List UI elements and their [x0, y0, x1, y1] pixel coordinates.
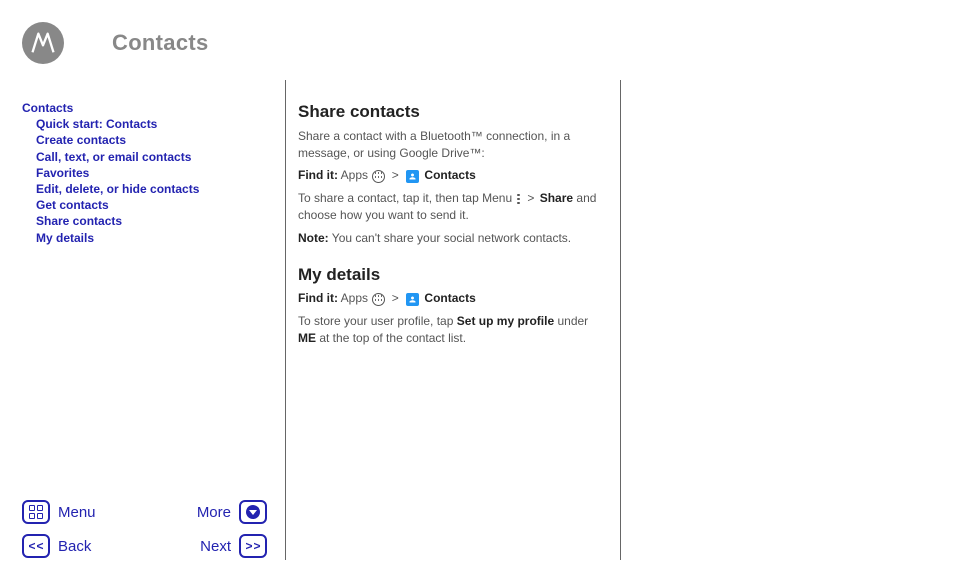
- findit-contacts: Contacts: [424, 168, 475, 182]
- findit-contacts: Contacts: [424, 291, 475, 305]
- menu-icon: [22, 500, 50, 524]
- back-icon: <<: [22, 534, 50, 558]
- mydetails-body: To store your user profile, tap Set up m…: [298, 313, 608, 347]
- back-button[interactable]: << Back: [22, 534, 96, 558]
- toc-link-get[interactable]: Get contacts: [22, 197, 267, 213]
- share-body: To share a contact, tap it, then tap Men…: [298, 190, 608, 224]
- share-findit: Find it: Apps > Contacts: [298, 167, 608, 184]
- next-button[interactable]: Next >>: [197, 534, 267, 558]
- breadcrumb-separator: >: [392, 291, 399, 305]
- findit-apps: Apps: [341, 291, 368, 305]
- motorola-logo: [22, 22, 64, 64]
- main-content: Share contacts Share a contact with a Bl…: [298, 100, 608, 353]
- mydetails-findit: Find it: Apps > Contacts: [298, 290, 608, 307]
- toc-link-call[interactable]: Call, text, or email contacts: [22, 149, 267, 165]
- toc-link-create[interactable]: Create contacts: [22, 132, 267, 148]
- section-heading-share: Share contacts: [298, 100, 608, 124]
- contacts-app-icon: [406, 170, 419, 183]
- back-label: Back: [58, 538, 91, 555]
- contacts-app-icon: [406, 293, 419, 306]
- findit-label: Find it:: [298, 168, 338, 182]
- breadcrumb-separator: >: [392, 168, 399, 182]
- apps-icon: [372, 293, 385, 306]
- toc-link-mydetails[interactable]: My details: [22, 230, 267, 246]
- menu-label: Menu: [58, 504, 96, 521]
- table-of-contents: Contacts Quick start: Contacts Create co…: [22, 100, 267, 246]
- share-note: Note: You can't share your social networ…: [298, 230, 608, 247]
- toc-link-share[interactable]: Share contacts: [22, 213, 267, 229]
- menu-button[interactable]: Menu: [22, 500, 96, 524]
- more-button[interactable]: More: [197, 500, 267, 524]
- column-divider-2: [620, 80, 621, 560]
- column-divider-1: [285, 80, 286, 560]
- share-intro: Share a contact with a Bluetooth™ connec…: [298, 128, 608, 162]
- next-icon: >>: [239, 534, 267, 558]
- section-heading-mydetails: My details: [298, 263, 608, 287]
- findit-label: Find it:: [298, 291, 338, 305]
- menu-overflow-icon: [517, 194, 520, 205]
- toc-link-quickstart[interactable]: Quick start: Contacts: [22, 116, 267, 132]
- toc-link-edit[interactable]: Edit, delete, or hide contacts: [22, 181, 267, 197]
- apps-icon: [372, 170, 385, 183]
- next-label: Next: [200, 538, 231, 555]
- toc-link-favorites[interactable]: Favorites: [22, 165, 267, 181]
- more-label: More: [197, 504, 231, 521]
- more-icon: [239, 500, 267, 524]
- page-title: Contacts: [112, 30, 209, 56]
- findit-apps: Apps: [341, 168, 368, 182]
- toc-link-contacts[interactable]: Contacts: [22, 100, 267, 116]
